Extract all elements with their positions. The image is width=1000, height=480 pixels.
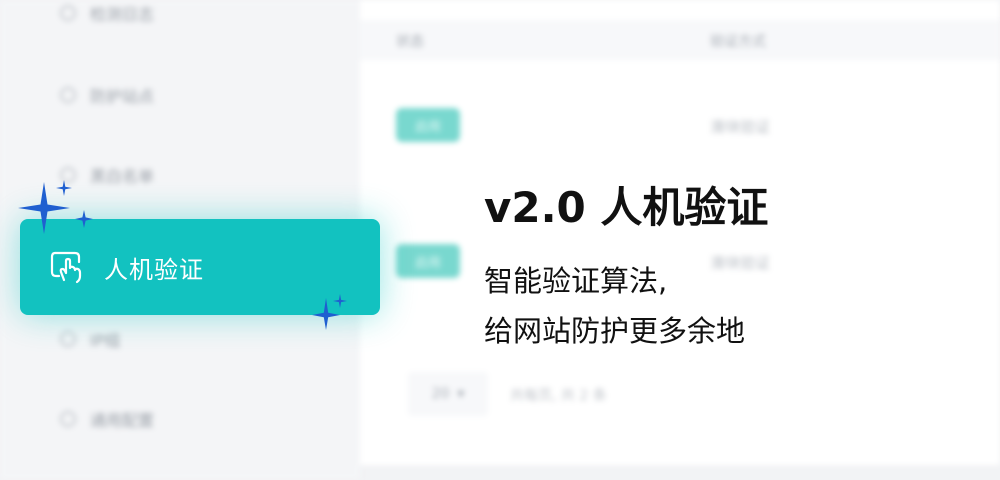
sidebar-item-label: 防护站点 bbox=[90, 87, 155, 106]
promo-description-line-2: 给网站防护更多余地 bbox=[484, 314, 746, 348]
column-header-method: 验证方式 bbox=[710, 34, 766, 50]
sidebar-item-label: 检测日志 bbox=[90, 5, 155, 24]
sparkle-icon bbox=[18, 180, 93, 234]
page-size-value: 20 bbox=[431, 386, 450, 402]
sidebar-item-sites[interactable]: 防护站点 bbox=[60, 80, 154, 110]
sparkle-icon bbox=[312, 294, 347, 330]
sidebar-item-label: IP组 bbox=[90, 331, 121, 350]
pagination-summary: 共每页, 共 2 条 bbox=[510, 388, 607, 404]
sidebar-item-settings[interactable]: 通用配置 bbox=[60, 404, 154, 434]
log-icon bbox=[60, 5, 76, 21]
status-badge: 启用 bbox=[396, 108, 460, 142]
sidebar-item-logs[interactable]: 检测日志 bbox=[60, 0, 154, 28]
sidebar-item-label: 黑白名单 bbox=[90, 167, 155, 186]
status-badge: 启用 bbox=[396, 244, 460, 278]
column-header-status: 状态 bbox=[396, 34, 424, 50]
gear-icon bbox=[60, 411, 76, 427]
table-cell-method: 滑块验证 bbox=[710, 254, 771, 272]
promo-description-line-1: 智能验证算法, bbox=[484, 264, 668, 298]
sidebar-item-label: 人机验证 bbox=[104, 255, 204, 284]
network-icon bbox=[60, 331, 76, 347]
sidebar-item-ip-group[interactable]: IP组 bbox=[60, 324, 120, 354]
hand-tap-icon bbox=[50, 251, 82, 284]
table-cell-method: 滑块验证 bbox=[710, 118, 771, 136]
table-header: 状态 验证方式 bbox=[360, 20, 1000, 60]
promo-title: v2.0 人机验证 bbox=[484, 183, 769, 232]
shield-icon bbox=[60, 87, 76, 103]
page-size-select[interactable]: 20 ▾ bbox=[408, 372, 488, 416]
chevron-down-icon: ▾ bbox=[457, 386, 465, 402]
sidebar-item-label: 通用配置 bbox=[90, 411, 155, 430]
